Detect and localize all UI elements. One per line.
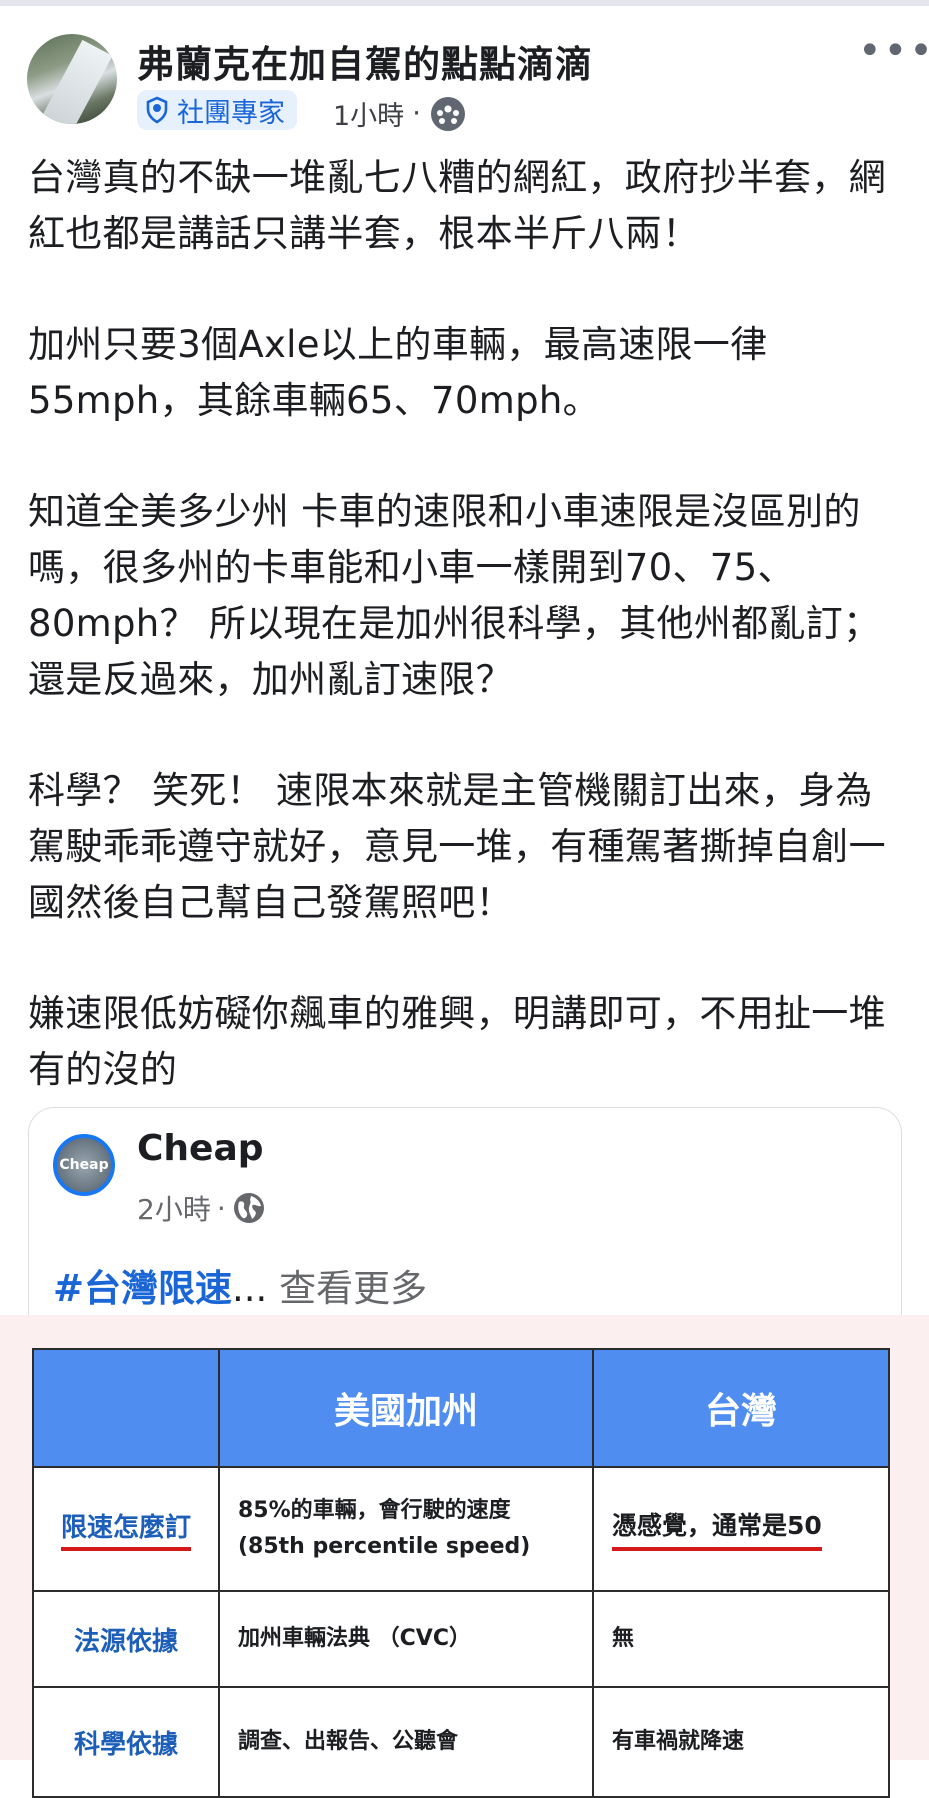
table-header-cell: 美國加州 — [218, 1348, 594, 1468]
post-paragraph: 科學？ 笑死！ 速限本來就是主管機關訂出來，身為駕駛乖乖遵守就好，意見一堆，有種… — [28, 769, 886, 924]
globe-icon — [233, 1193, 264, 1223]
comparison-table: 美國加州 台灣 限速怎麼訂 85%的車輛，會行駛的速度 (85th percen… — [32, 1348, 890, 1798]
ellipsis: ... — [232, 1267, 268, 1310]
badge-label: 社團專家 — [177, 97, 285, 129]
shared-time[interactable]: 2小時 — [137, 1188, 211, 1228]
row-label-text: 限速怎麼訂 — [60, 1507, 191, 1551]
row-label: 科學依據 — [32, 1686, 220, 1798]
table-header-cell: 台灣 — [592, 1348, 890, 1468]
author-avatar[interactable] — [27, 34, 117, 124]
post-meta: 1小時 · — [333, 94, 467, 133]
shared-meta: 2小時 · — [137, 1188, 266, 1228]
california-cell: 85%的車輛，會行駛的速度 (85th percentile speed) — [218, 1466, 594, 1592]
shared-text: #台灣限速... 查看更多 — [53, 1258, 427, 1312]
group-expert-badge[interactable]: 社團專家 — [137, 90, 297, 130]
taiwan-cell: 有車禍就降速 — [592, 1686, 890, 1798]
post-paragraph: 台灣真的不缺一堆亂七八糟的網紅，政府抄半套，網紅也都是講話只講半套，根本半斤八兩… — [28, 156, 886, 255]
row-label: 限速怎麼訂 — [32, 1466, 220, 1592]
post-paragraph: 嫌速限低妨礙你飆車的雅興，明講即可，不用扯一堆有的沒的 — [28, 992, 886, 1091]
california-cell: 加州車輛法典 （CVC） — [218, 1590, 594, 1688]
author-name[interactable]: 弗蘭克在加自駕的點點滴滴 — [137, 34, 593, 88]
group-audience-icon — [430, 96, 465, 131]
see-more-link[interactable]: 查看更多 — [279, 1267, 427, 1310]
hashtag-link[interactable]: #台灣限速 — [53, 1267, 232, 1310]
taiwan-cell-text: 憑感覺，通常是50 — [612, 1508, 822, 1551]
table-row: 法源依據 加州車輛法典 （CVC） 無 — [32, 1590, 890, 1688]
shared-author-avatar[interactable]: Cheap — [53, 1134, 115, 1196]
taiwan-cell: 憑感覺，通常是50 — [592, 1466, 890, 1592]
table-header-row: 美國加州 台灣 — [32, 1348, 890, 1468]
top-divider — [0, 0, 929, 6]
meta-separator: · — [412, 98, 421, 129]
shared-post-card[interactable]: Cheap Cheap 2小時 · #台灣限速... 查看更多 — [28, 1107, 902, 1328]
california-cell: 調查、出報告、公聽會 — [218, 1686, 594, 1798]
table-row: 科學依據 調查、出報告、公聽會 有車禍就降速 — [32, 1686, 890, 1798]
row-label: 法源依據 — [32, 1590, 220, 1688]
post-paragraph: 知道全美多少州 卡車的速限和小車速限是沒區別的嗎，很多州的卡車能和小車一樣開到7… — [28, 490, 881, 701]
table-row: 限速怎麼訂 85%的車輛，會行駛的速度 (85th percentile spe… — [32, 1466, 890, 1592]
expert-badge-icon — [146, 96, 168, 124]
post-paragraph: 加州只要3個Axle以上的車輛，最高速限一律55mph，其餘車輛65、70mph… — [28, 323, 768, 422]
post-body: 台灣真的不缺一堆亂七八糟的網紅，政府抄半套，網紅也都是講話只講半套，根本半斤八兩… — [28, 150, 908, 1098]
shared-author-name[interactable]: Cheap — [137, 1128, 264, 1169]
post-time[interactable]: 1小時 — [333, 94, 404, 133]
table-header-cell — [32, 1348, 220, 1468]
meta-separator: · — [216, 1191, 226, 1225]
taiwan-cell: 無 — [592, 1590, 890, 1688]
more-dots-icon[interactable]: ••• — [858, 31, 929, 71]
